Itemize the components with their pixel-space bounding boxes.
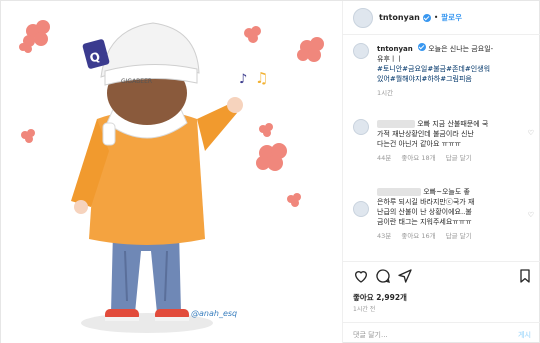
comment-input[interactable]: 댓글 달기...	[353, 330, 388, 340]
post-sidebar: tntonyan • 팔로우 tntonyan 오늘은 신나는 금요일- 유후ㅣ…	[343, 1, 540, 343]
comment-line-3: 난급의 산불이 난 상황이에요..불	[377, 208, 472, 216]
illustration: ♪ ♫ Q GIGABEER @anah_esq	[19, 20, 324, 333]
caption-time[interactable]: 1시간	[377, 89, 393, 97]
flower-icon	[297, 37, 324, 62]
flower-icon	[287, 193, 301, 207]
share-icon[interactable]	[397, 268, 413, 284]
comment-line-1: 오빠 지금 산불때문에 국	[417, 120, 489, 128]
blurred-username	[377, 120, 415, 128]
verified-badge-icon	[422, 13, 431, 22]
svg-text:♫: ♫	[255, 69, 268, 87]
reply-button[interactable]: 답글 달기	[446, 154, 472, 162]
add-comment-bar: 댓글 달기... 게시	[343, 322, 540, 343]
flower-icon	[23, 20, 50, 47]
caption-text-1: 오늘은 신나는 금요일-	[428, 45, 494, 53]
separator-dot: •	[433, 13, 439, 22]
caption-hashtags-2[interactable]: 있어#뭘해야지#하하#그림피음	[377, 75, 472, 83]
comment-line-4: 금이란 태그는 지워주세요ㅠㅠㅠ	[377, 218, 472, 226]
heart-icon[interactable]: ♡	[528, 129, 534, 137]
post-comment-button[interactable]: 게시	[518, 330, 531, 340]
reply-button[interactable]: 답글 달기	[446, 232, 472, 240]
caption-hashtags-1[interactable]: #토니안#금요일#불금#존데#인생워	[377, 65, 490, 73]
caption-username[interactable]: tntonyan	[377, 45, 413, 53]
bookmark-icon[interactable]	[517, 268, 533, 284]
post-time[interactable]: 1시간 전	[353, 304, 375, 313]
avatar[interactable]	[353, 43, 369, 59]
likes-count[interactable]: 좋아요 2,992개	[353, 292, 407, 303]
artist-signature: @anah_esq	[191, 309, 237, 318]
comment-time[interactable]: 44분	[377, 154, 391, 162]
flower-icon	[256, 143, 287, 171]
username-link[interactable]: tntonyan	[379, 13, 420, 22]
comment-line-3: 다는건 아닌거 같아요 ㅠㅠㅠ	[377, 140, 461, 148]
post-image[interactable]: ♪ ♫ Q GIGABEER @anah_esq	[1, 1, 343, 343]
like-heart-icon[interactable]	[353, 268, 369, 284]
post-actions: 좋아요 2,992개 1시간 전 댓글 달기... 게시	[343, 261, 540, 343]
post-header: tntonyan • 팔로우	[343, 1, 540, 35]
avatar[interactable]	[353, 201, 369, 217]
comment-line-2: 은하루 되시길 바라지만ⓒ국가 재	[377, 198, 475, 206]
music-note-icon: ♪ ♫	[239, 69, 268, 87]
instagram-post-window: ♪ ♫ Q GIGABEER @anah_esq tntonyan • 팔로우 …	[0, 0, 540, 343]
flower-icon	[21, 129, 35, 143]
flower-icon	[244, 26, 261, 43]
action-icons	[353, 268, 533, 286]
comment-bubble-icon[interactable]	[375, 268, 391, 284]
comment-likes[interactable]: 좋아요 16개	[401, 232, 435, 240]
heart-icon[interactable]: ♡	[528, 211, 534, 219]
verified-badge-icon	[417, 43, 426, 51]
comment-line-2: 가적 재난상황인데 불금이라 신난	[377, 130, 474, 138]
flower-icon	[259, 123, 273, 137]
comment-likes[interactable]: 좋아요 18개	[401, 154, 435, 162]
comments-list[interactable]: tntonyan 오늘은 신나는 금요일- 유후ㅣㅣ #토니안#금요일#불금#존…	[343, 35, 540, 261]
avatar[interactable]	[353, 119, 369, 135]
comment-time[interactable]: 43분	[377, 232, 391, 240]
follow-button[interactable]: 팔로우	[441, 12, 462, 23]
comment-line-1: 오빠~오늘도 좋	[423, 188, 470, 196]
cap-text: GIGABEER	[121, 78, 152, 85]
avatar[interactable]	[353, 7, 373, 28]
caption-text-2: 유후ㅣㅣ	[377, 55, 403, 63]
svg-text:♪: ♪	[239, 72, 247, 87]
blurred-username	[377, 188, 421, 196]
